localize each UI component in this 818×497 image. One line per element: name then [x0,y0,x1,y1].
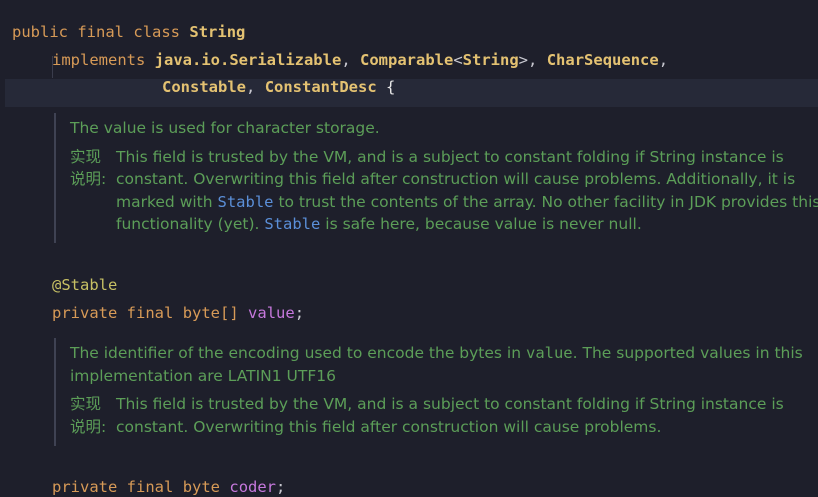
doc-summary: The value is used for character storage. [70,119,380,137]
comma: , [658,51,669,69]
type-byte-array: byte[] [182,304,239,322]
interface-charsequence: CharSequence [546,51,659,69]
impl-text-part: is safe here, because value is never nul… [320,215,642,233]
javadoc-coder-field[interactable]: The identifier of the encoding used to e… [54,338,818,446]
link-stable[interactable]: Stable [218,193,274,211]
code-ref-value: value [525,344,573,362]
interface-constantdesc: ConstantDesc [264,78,377,96]
type-byte: byte [182,478,221,496]
caret-line-highlight [5,79,818,107]
comma: , [246,78,256,96]
impl-note-label: 实现 说明: [70,395,107,436]
angle-close: > [518,51,529,69]
impl-note-text: This field is trusted by the VM, and is … [116,395,784,436]
impl-note: 实现 说明: This field is trusted by the VM, … [70,146,818,236]
impl-note: 实现 说明: This field is trusted by the VM, … [70,393,818,438]
keyword-final: final [126,304,174,322]
keyword-implements: implements [52,51,146,69]
interface-constable: Constable [162,78,246,96]
doc-summary-part: The identifier of the encoding used to e… [70,344,526,362]
impl-note-label: 实现 说明: [70,147,107,189]
semicolon: ; [294,304,305,322]
keyword-private: private [52,304,118,322]
angle-open: < [453,51,463,69]
semicolon: ; [276,478,286,496]
implements-continuation-line[interactable]: Constable, ConstantDesc { [162,57,395,97]
field-name-value: value [248,304,295,322]
link-stable[interactable]: Stable [264,215,320,233]
field-name-coder: coder [229,478,277,496]
comma: , [528,51,538,69]
type-argument: String [462,51,519,69]
field-coder-declaration[interactable]: private final byte coder; [52,457,285,497]
javadoc-value-field[interactable]: The value is used for character storage.… [54,113,818,243]
open-brace: { [386,78,396,96]
impl-note-text: This field is trusted by the VM, and is … [116,146,818,236]
keyword-final: final [126,478,174,496]
doc-summary: The identifier of the encoding used to e… [70,342,818,387]
field-value-declaration[interactable]: private final byte[] value; [52,283,304,323]
keyword-private: private [52,478,118,496]
